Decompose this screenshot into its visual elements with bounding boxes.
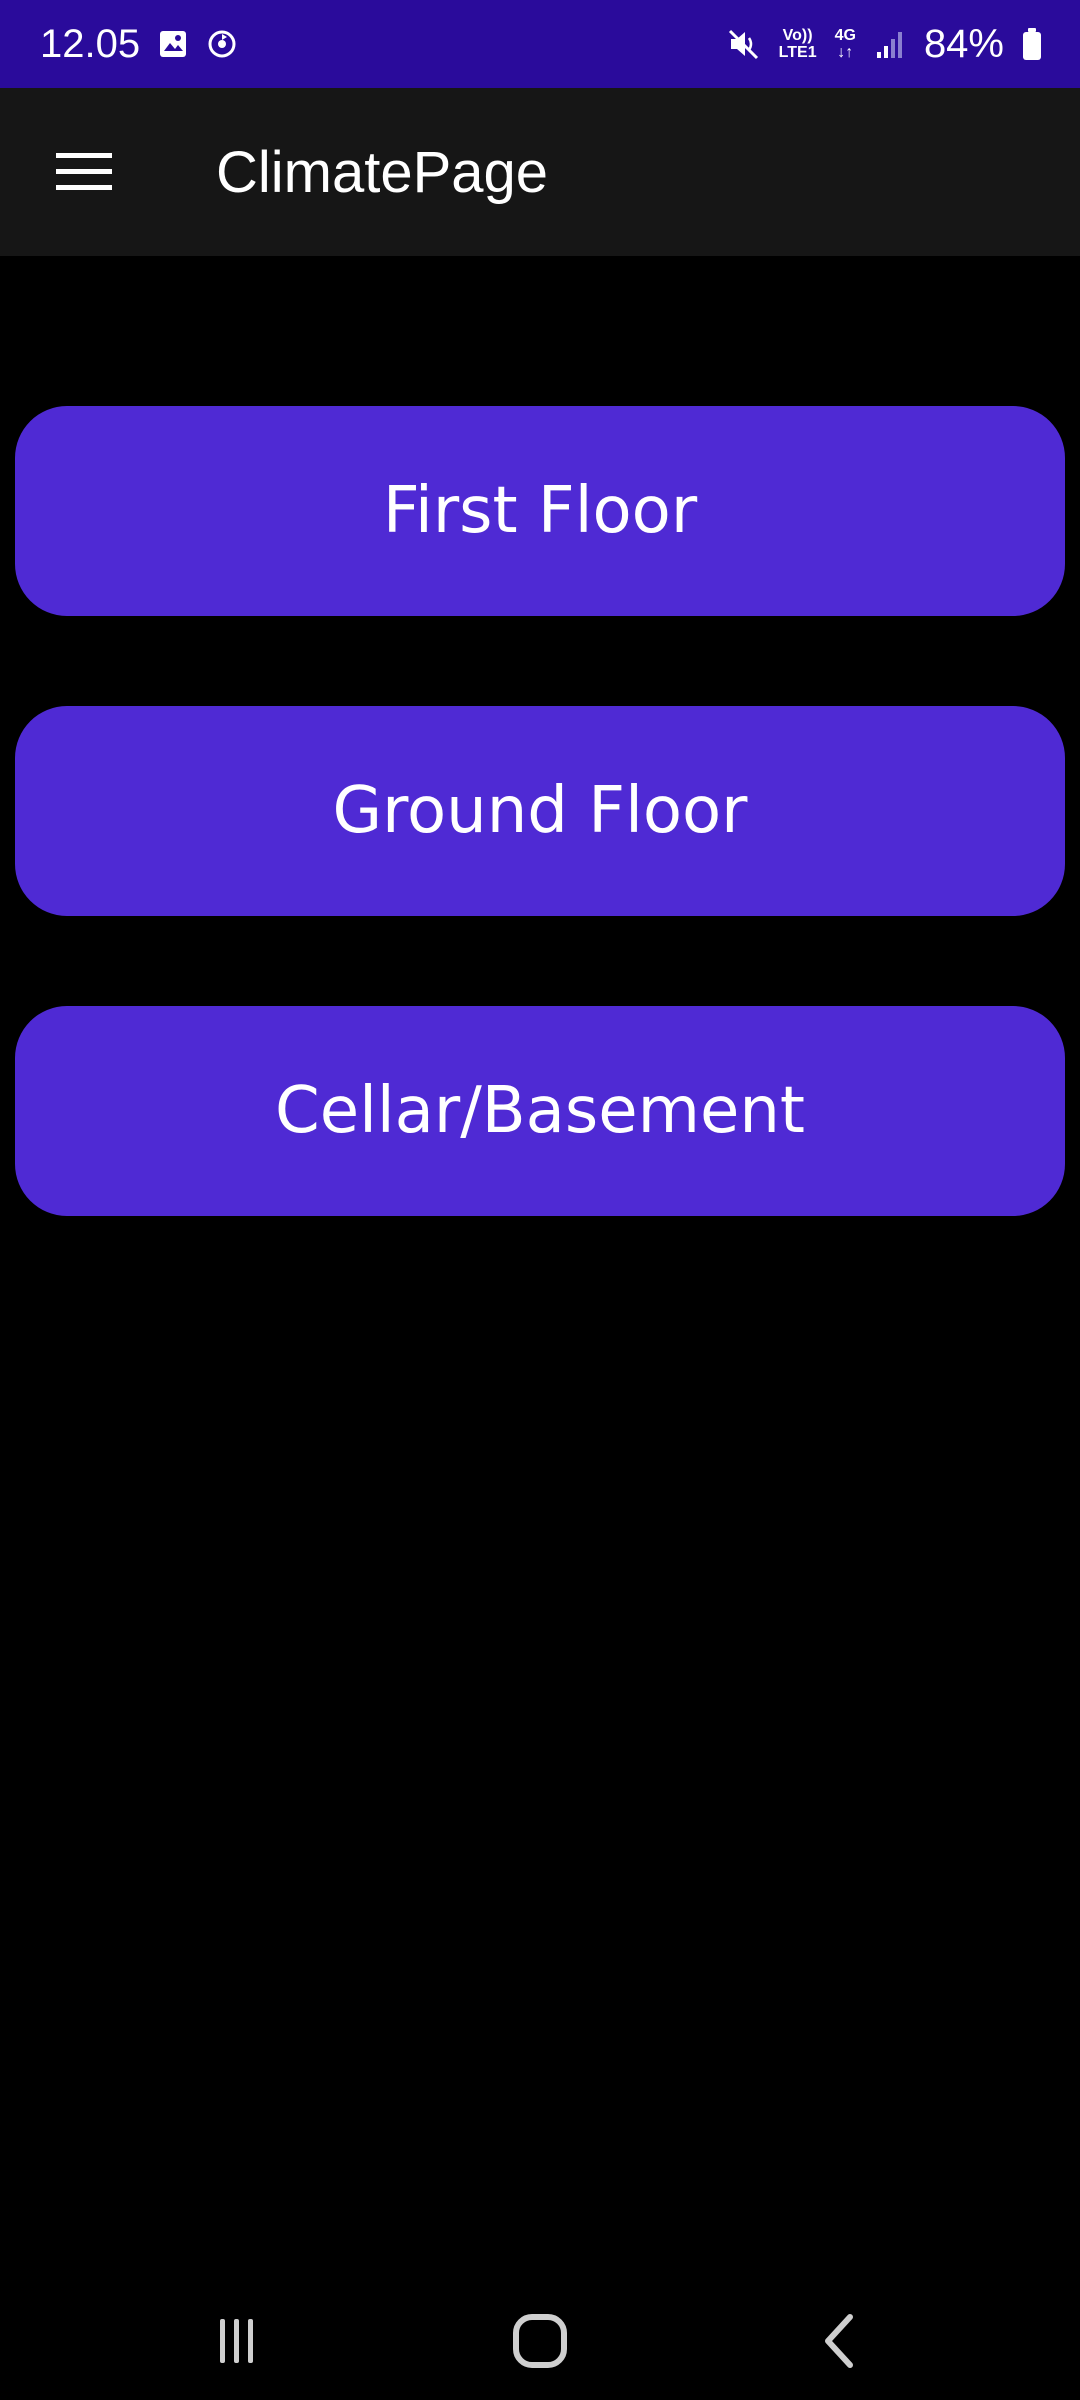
back-icon — [825, 2314, 853, 2368]
status-time: 12.05 — [40, 21, 141, 66]
menu-button[interactable] — [40, 134, 128, 210]
volte-label: Vo)) — [782, 27, 813, 44]
mute-icon — [727, 27, 761, 61]
status-left: 12.05 — [40, 22, 238, 67]
back-button[interactable] — [782, 2296, 902, 2386]
sync-icon — [206, 28, 238, 60]
recent-apps-button[interactable] — [176, 2296, 296, 2386]
page-title: ClimatePage — [216, 140, 549, 205]
battery-percent: 84% — [923, 21, 1004, 66]
network-type-label: 4G — [834, 27, 856, 44]
gallery-icon — [158, 29, 188, 59]
status-right: Vo)) LTE1 4G ↓↑ 84% — [727, 22, 1042, 67]
battery-icon — [1022, 27, 1042, 61]
first-floor-button[interactable]: First Floor — [15, 406, 1065, 616]
signal-icon — [874, 28, 906, 60]
recent-apps-icon — [220, 2319, 253, 2363]
data-arrows-icon: ↓↑ — [837, 44, 854, 61]
network-type-indicator: 4G ↓↑ — [835, 27, 856, 61]
home-button[interactable] — [480, 2296, 600, 2386]
home-icon — [513, 2314, 567, 2368]
system-nav-bar — [0, 2280, 1080, 2400]
hamburger-menu-icon — [56, 153, 112, 190]
volte-indicator: Vo)) LTE1 — [779, 27, 817, 61]
status-bar: 12.05 Vo)) LTE1 4G ↓↑ 84% — [0, 0, 1080, 88]
lte-label: LTE1 — [778, 44, 817, 61]
app-bar: ClimatePage — [0, 88, 1080, 256]
ground-floor-button[interactable]: Ground Floor — [15, 706, 1065, 916]
cellar-basement-button[interactable]: Cellar/Basement — [15, 1006, 1065, 1216]
